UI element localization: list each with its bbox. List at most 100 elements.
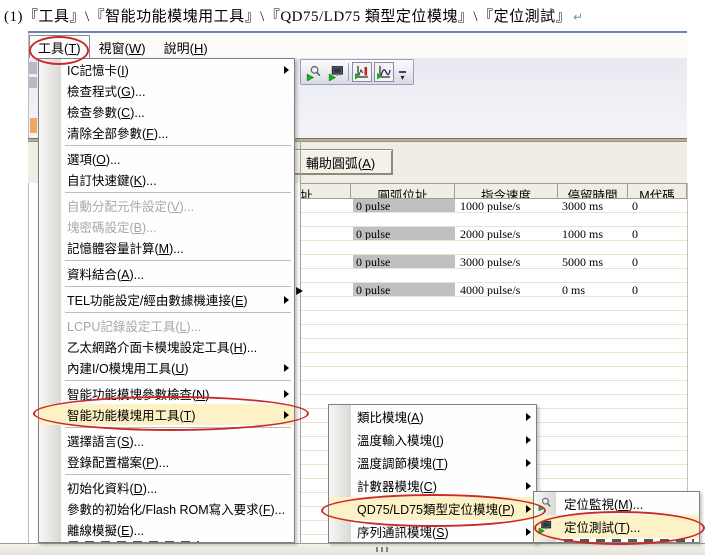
table-row: 0 pulse 2000 pulse/s 1000 ms 0	[300, 227, 687, 241]
cell-m-code[interactable]: 0	[632, 255, 638, 268]
menu-item-label: 登錄配置檔案(P)...	[67, 452, 169, 471]
menu-item-intelligent[interactable]: 溫度調節模塊(T)	[329, 451, 536, 474]
menu-item-label: 記憶體容量計算(M)...	[67, 238, 184, 257]
table-left-border	[300, 141, 301, 543]
menu-item-label: 計數器模塊(C)	[357, 476, 437, 495]
cell-command-speed[interactable]: 4000 pulse/s	[460, 283, 520, 296]
cell-m-code[interactable]: 0	[632, 283, 638, 296]
menu-item-label: 資料結合(A)...	[67, 264, 144, 283]
column-header: 停留時間	[558, 184, 628, 198]
menu-item-tools[interactable]: 乙太網路介面卡模塊設定工具(H)...	[39, 336, 294, 357]
menu-item-tools[interactable]: 離線模擬(E)...	[39, 519, 294, 540]
cell-arc-address[interactable]: 0 pulse	[353, 255, 455, 268]
positioning-monitor-icon[interactable]	[303, 62, 323, 82]
column-header: 指令速度	[455, 184, 558, 198]
table-row: 0 pulse 1000 pulse/s 3000 ms 0	[300, 199, 687, 213]
menu-item-tools: 塊密碼設定(B)...	[39, 216, 294, 237]
cell-arc-address[interactable]: 0 pulse	[353, 283, 455, 296]
menu-item-label: 定位監視(M)...	[564, 494, 643, 513]
menu-item-label: 內建I/O模塊用工具(U)	[67, 358, 189, 377]
menu-item-label: 清除全部參數(F)...	[67, 123, 168, 142]
positioning-test-icon[interactable]	[325, 62, 345, 82]
menu-item-label: 參數的初始化/Flash ROM寫入要求(F)...	[67, 499, 285, 518]
scrollbar-grip[interactable]	[376, 547, 390, 552]
menu-item-intelligent[interactable]: QD75/LD75類型定位模塊(P)	[329, 497, 536, 520]
menu-item-label: 智能功能模塊用工具(T)	[67, 405, 195, 424]
intelligent-module-tool-submenu: 類比模塊(A) 溫度輸入模塊(I) 溫度調節模塊(T) 計數器模塊(C) QD75/LD…	[328, 404, 537, 543]
menu-item-label: 序列通訊模塊(S)	[357, 522, 449, 541]
menu-item-tools[interactable]: 記憶體容量計算(M)...	[39, 237, 294, 258]
menu-item-intelligent[interactable]: 計數器模塊(C)	[329, 474, 536, 497]
submenu-arrow-icon	[284, 411, 289, 419]
menu-item-tools[interactable]: 檢查程式(G)...	[39, 80, 294, 101]
menu-item-tools[interactable]: 選擇語言(S)...	[39, 430, 294, 451]
cell-arc-address[interactable]: 0 pulse	[353, 199, 455, 212]
table-row: 0 pulse 3000 pulse/s 5000 ms 0	[300, 255, 687, 269]
cell-command-speed[interactable]: 2000 pulse/s	[460, 227, 520, 240]
cell-arc-address[interactable]: 0 pulse	[353, 227, 455, 240]
menu-item-label: TEL功能設定/經由數據機連接(E)	[67, 290, 248, 309]
menu-item-label: 類比模塊(A)	[357, 407, 424, 426]
aux-arc-button[interactable]: 輔助圓弧(A)	[288, 149, 393, 175]
menu-item-label: 溫度輸入模塊(I)	[357, 430, 444, 449]
menu-item-intelligent[interactable]: 類比模塊(A)	[329, 405, 536, 428]
menu-item-label: 自動分配元件設定(V)...	[67, 196, 194, 215]
toolbar-separator	[348, 63, 349, 81]
menu-item-tools[interactable]: 智能功能模塊用工具(T)	[39, 404, 294, 425]
wave-trace-icon[interactable]	[352, 62, 372, 82]
cell-command-speed[interactable]: 1000 pulse/s	[460, 199, 520, 212]
menu-item-tools[interactable]: 智能功能模塊參數檢查(N)	[39, 383, 294, 404]
menu-item-intelligent[interactable]: 溫度輸入模塊(I)	[329, 428, 536, 451]
submenu-arrow-icon	[284, 66, 289, 74]
menu-item-tools[interactable]: TEL功能設定/經由數據機連接(E)	[39, 289, 294, 310]
submenu-arrow-icon	[526, 505, 531, 513]
window-fragment	[29, 62, 37, 74]
submenu-arrow-icon	[284, 390, 289, 398]
submenu-arrow-icon	[284, 364, 289, 372]
wave-graph-icon[interactable]	[374, 62, 394, 82]
menu-item-label: 塊密碼設定(B)...	[67, 217, 157, 236]
menu-item-tools[interactable]: 登錄配置檔案(P)...	[39, 451, 294, 472]
cell-dwell-time[interactable]: 3000 ms	[562, 199, 603, 212]
menu-item-tools: LCPU記錄設定工具(L)...	[39, 315, 294, 336]
toolbar-overflow-button[interactable]: ▾	[397, 60, 408, 84]
menu-item-tools[interactable]: 選項(O)...	[39, 148, 294, 169]
cell-command-speed[interactable]: 3000 pulse/s	[460, 255, 520, 268]
cell-dwell-time[interactable]: 5000 ms	[562, 255, 603, 268]
table-header: 址圓弧位址指令速度停留時間M代碼	[300, 183, 687, 199]
cell-m-code[interactable]: 0	[632, 227, 638, 240]
menu-item-label: 自訂快速鍵(K)...	[67, 170, 157, 189]
cell-m-code[interactable]: 0	[632, 199, 638, 212]
bottom-scroll-bar[interactable]	[0, 543, 705, 555]
menu-item-tools[interactable]: 參數的初始化/Flash ROM寫入要求(F)...	[39, 498, 294, 519]
caption-text: (1)『工具』\『智能功能模塊用工具』\『QD75/LD75 類型定位模塊』\『…	[4, 9, 571, 25]
figure-caption: (1)『工具』\『智能功能模塊用工具』\『QD75/LD75 類型定位模塊』\『…	[4, 5, 584, 26]
aux-arc-button-label: 輔助圓弧(A)	[306, 153, 375, 172]
menu-item-label: 檢查程式(G)...	[67, 81, 146, 100]
menu-item-tools[interactable]: 資料結合(A)...	[39, 263, 294, 284]
column-header: 址	[300, 184, 351, 198]
chevron-down-icon: ▾	[400, 74, 404, 82]
window-fragment	[29, 77, 37, 88]
menu-item-tools[interactable]: 初始化資料(D)...	[39, 477, 294, 498]
cell-dwell-time[interactable]: 1000 ms	[562, 227, 603, 240]
positioning-monitor-icon	[537, 496, 553, 512]
menu-item-label: 選項(O)...	[67, 149, 121, 168]
menu-item-label: LCPU記錄設定工具(L)...	[67, 316, 201, 335]
menu-item-tools[interactable]: 檢查參數(C)...	[39, 101, 294, 122]
menu-item-intelligent[interactable]: 序列通訊模塊(S)	[329, 520, 536, 543]
menu-item-label: 溫度調節模塊(T)	[357, 453, 448, 472]
return-mark: ↵	[573, 10, 584, 24]
window-fragment	[30, 118, 37, 133]
menu-item-tools: 自動分配元件設定(V)...	[39, 195, 294, 216]
tools-menu: IC記憶卡(I)檢查程式(G)...檢查參數(C)...清除全部參數(F)...…	[38, 58, 295, 543]
table-right-border	[687, 183, 688, 543]
menu-item-qd75[interactable]: 定位監視(M)...	[534, 492, 699, 515]
menu-item-qd75[interactable]: 定位測試(T)...	[534, 515, 699, 538]
menu-item-tools[interactable]: 自訂快速鍵(K)...	[39, 169, 294, 190]
menu-item-tools[interactable]: IC記憶卡(I)	[39, 59, 294, 80]
menu-item-tools[interactable]: 內建I/O模塊用工具(U)	[39, 357, 294, 378]
submenu-arrow-icon	[526, 528, 531, 536]
cell-dwell-time[interactable]: 0 ms	[562, 283, 585, 296]
menu-item-tools[interactable]: 清除全部參數(F)...	[39, 122, 294, 143]
